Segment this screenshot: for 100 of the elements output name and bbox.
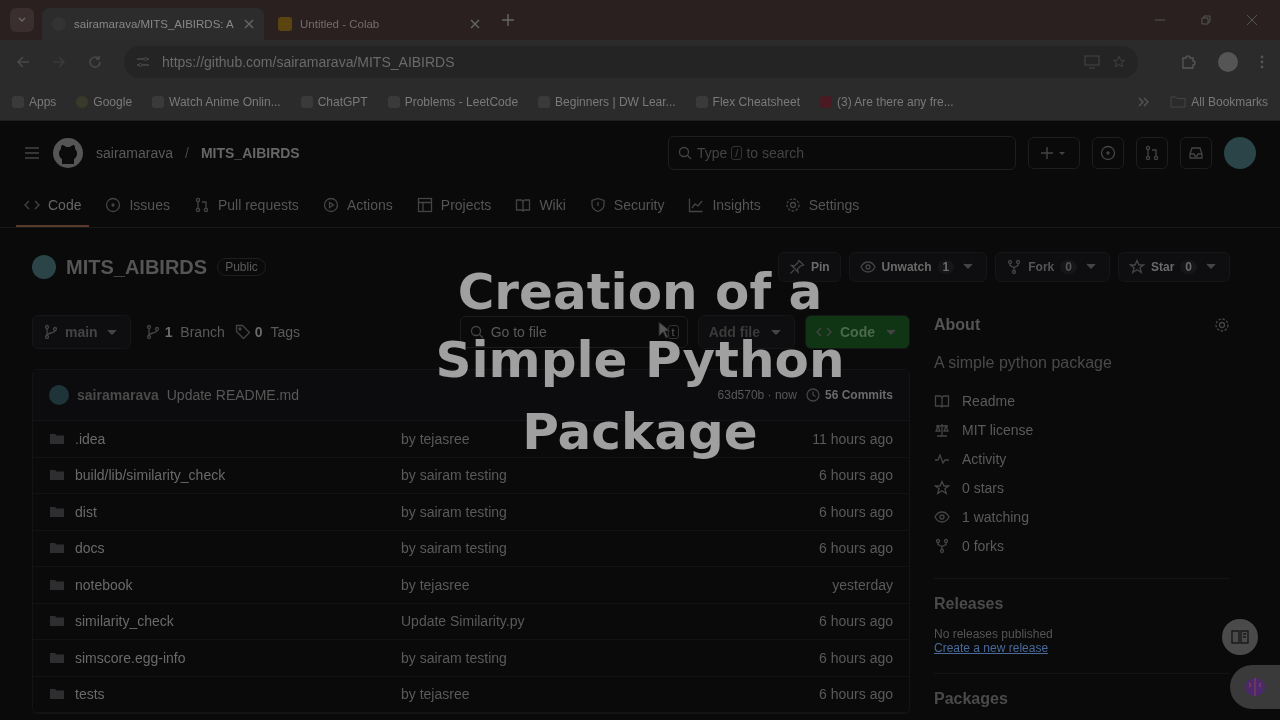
bookmark[interactable]: Problems - LeetCode — [387, 95, 519, 109]
bookmark[interactable]: (3) Are there any fre... — [820, 95, 954, 109]
commit-message[interactable]: by sairam testing — [401, 649, 507, 666]
file-name[interactable]: notebook — [75, 576, 401, 593]
pull-requests-button[interactable] — [1136, 137, 1168, 169]
commit-message[interactable]: by sairam testing — [401, 540, 507, 557]
close-icon[interactable] — [244, 19, 254, 29]
branch-icon — [144, 324, 161, 340]
repo-tab[interactable]: Settings — [776, 185, 868, 227]
restore-icon[interactable] — [1200, 14, 1212, 26]
repo-tab[interactable]: Projects — [408, 185, 500, 227]
commit-time: 11 hours ago — [812, 430, 893, 447]
commit-message[interactable]: by tejasree — [401, 576, 470, 593]
packages-heading[interactable]: Packages — [934, 690, 1230, 708]
repo-link[interactable]: MITS_AIBIRDS — [200, 145, 300, 161]
repo-tab[interactable]: Security — [581, 185, 673, 227]
install-icon[interactable] — [1084, 55, 1100, 69]
about-link[interactable]: 0 forks — [934, 531, 1230, 560]
assistant-button[interactable] — [1230, 665, 1280, 709]
commit-time: 6 hours ago — [819, 467, 893, 484]
releases-note: No releases published — [934, 627, 1053, 641]
file-name[interactable]: tests — [75, 686, 401, 703]
close-icon[interactable] — [470, 19, 480, 29]
star-icon — [1128, 259, 1145, 275]
browser-tab[interactable]: Untitled - Colab — [268, 8, 490, 40]
new-tab-icon[interactable] — [502, 14, 514, 26]
create-new-button[interactable] — [1028, 137, 1080, 169]
file-name[interactable]: simscore.egg-info — [75, 649, 401, 666]
file-name[interactable]: dist — [75, 503, 401, 520]
repo-tab[interactable]: Issues — [97, 185, 178, 227]
reader-button[interactable] — [1222, 619, 1258, 655]
repo-tab[interactable]: Code — [16, 185, 90, 227]
menu-icon[interactable] — [24, 146, 40, 160]
reload-icon[interactable] — [88, 55, 102, 69]
about-link[interactable]: Readme — [934, 386, 1230, 415]
close-icon[interactable] — [1246, 14, 1258, 26]
releases-heading[interactable]: Releases — [934, 595, 1230, 613]
commit-time: 6 hours ago — [819, 613, 893, 630]
gear-icon — [784, 197, 801, 213]
address-bar[interactable]: https://github.com/sairamarava/MITS_AIBIRDS — [124, 46, 1138, 78]
repo-action-button[interactable]: Star 0 — [1117, 252, 1230, 282]
extensions-icon[interactable] — [1180, 54, 1196, 70]
user-avatar[interactable] — [1224, 137, 1256, 169]
commit-message[interactable]: Update README.md — [166, 387, 300, 403]
commit-message[interactable]: by sairam testing — [401, 467, 507, 484]
commit-message[interactable]: by tejasree — [401, 430, 470, 447]
repo-tab[interactable]: Insights — [680, 185, 769, 227]
commit-message[interactable]: by sairam testing — [401, 503, 507, 520]
site-settings-icon[interactable] — [136, 55, 150, 69]
eye-icon — [859, 259, 876, 275]
bookmark[interactable]: Apps — [12, 95, 57, 109]
profile-avatar[interactable] — [1218, 52, 1238, 72]
search-field[interactable]: Type / to search — [668, 136, 1016, 170]
tags-link[interactable]: 0 Tags — [234, 324, 300, 340]
about-heading: About — [934, 316, 981, 334]
book-icon — [1231, 629, 1249, 645]
create-release-link[interactable]: Create a new release — [934, 641, 1049, 655]
all-bookmarks-button[interactable]: All Bookmarks — [1170, 95, 1268, 109]
about-link[interactable]: 0 stars — [934, 473, 1230, 502]
bookmark[interactable]: Watch Anime Onlin... — [152, 95, 281, 109]
branches-link[interactable]: 1 Branch — [144, 324, 225, 340]
bookmark[interactable]: ChatGPT — [300, 95, 368, 109]
repo-tab[interactable]: Actions — [314, 185, 401, 227]
about-link[interactable]: 1 watching — [934, 502, 1230, 531]
about-link[interactable]: MIT license — [934, 415, 1230, 444]
file-name[interactable]: similarity_check — [75, 613, 401, 630]
repo-action-button[interactable]: Unwatch 1 — [848, 252, 988, 282]
commits-link[interactable]: 56 Commits — [804, 387, 893, 403]
folder-icon — [1170, 96, 1187, 108]
about-link[interactable]: Activity — [934, 444, 1230, 473]
repo-name[interactable]: MITS_AIBIRDS — [66, 255, 208, 279]
file-name[interactable]: docs — [75, 540, 401, 557]
tab-list-button[interactable] — [10, 8, 34, 32]
issue-icon — [1100, 145, 1116, 161]
bookmark-star-icon[interactable] — [1112, 55, 1126, 69]
circle-icon — [105, 197, 122, 213]
inbox-button[interactable] — [1180, 137, 1212, 169]
code-button[interactable]: Code — [805, 315, 910, 349]
commit-message[interactable]: by tejasree — [401, 686, 470, 703]
file-name[interactable]: build/lib/similarity_check — [75, 467, 401, 484]
repo-avatar — [32, 255, 56, 279]
repo-tab[interactable]: Pull requests — [185, 185, 307, 227]
commit-author[interactable]: sairamarava — [77, 387, 159, 403]
back-icon[interactable] — [16, 55, 30, 69]
commit-hash[interactable]: 63d570b · now — [717, 388, 797, 402]
bookmark[interactable]: Beginners | DW Lear... — [538, 95, 676, 109]
repo-action-button[interactable]: Pin — [777, 252, 841, 282]
commit-message[interactable]: Update Similarity.py — [401, 613, 525, 630]
more-bookmarks-icon[interactable] — [1138, 97, 1151, 107]
menu-icon[interactable] — [1260, 55, 1264, 69]
owner-link[interactable]: sairamarava — [96, 145, 174, 161]
fork-icon — [934, 537, 950, 554]
bookmark[interactable]: Google — [76, 95, 133, 109]
bookmark[interactable]: Flex Cheatsheet — [695, 95, 800, 109]
file-name[interactable]: .idea — [75, 430, 401, 447]
browser-tab[interactable]: sairamarava/MITS_AIBIRDS: A — [42, 8, 264, 40]
repo-tab[interactable]: Wiki — [507, 185, 574, 227]
octocat-logo-icon[interactable] — [52, 137, 84, 169]
brain-icon — [1243, 676, 1267, 698]
issues-button[interactable] — [1092, 137, 1124, 169]
